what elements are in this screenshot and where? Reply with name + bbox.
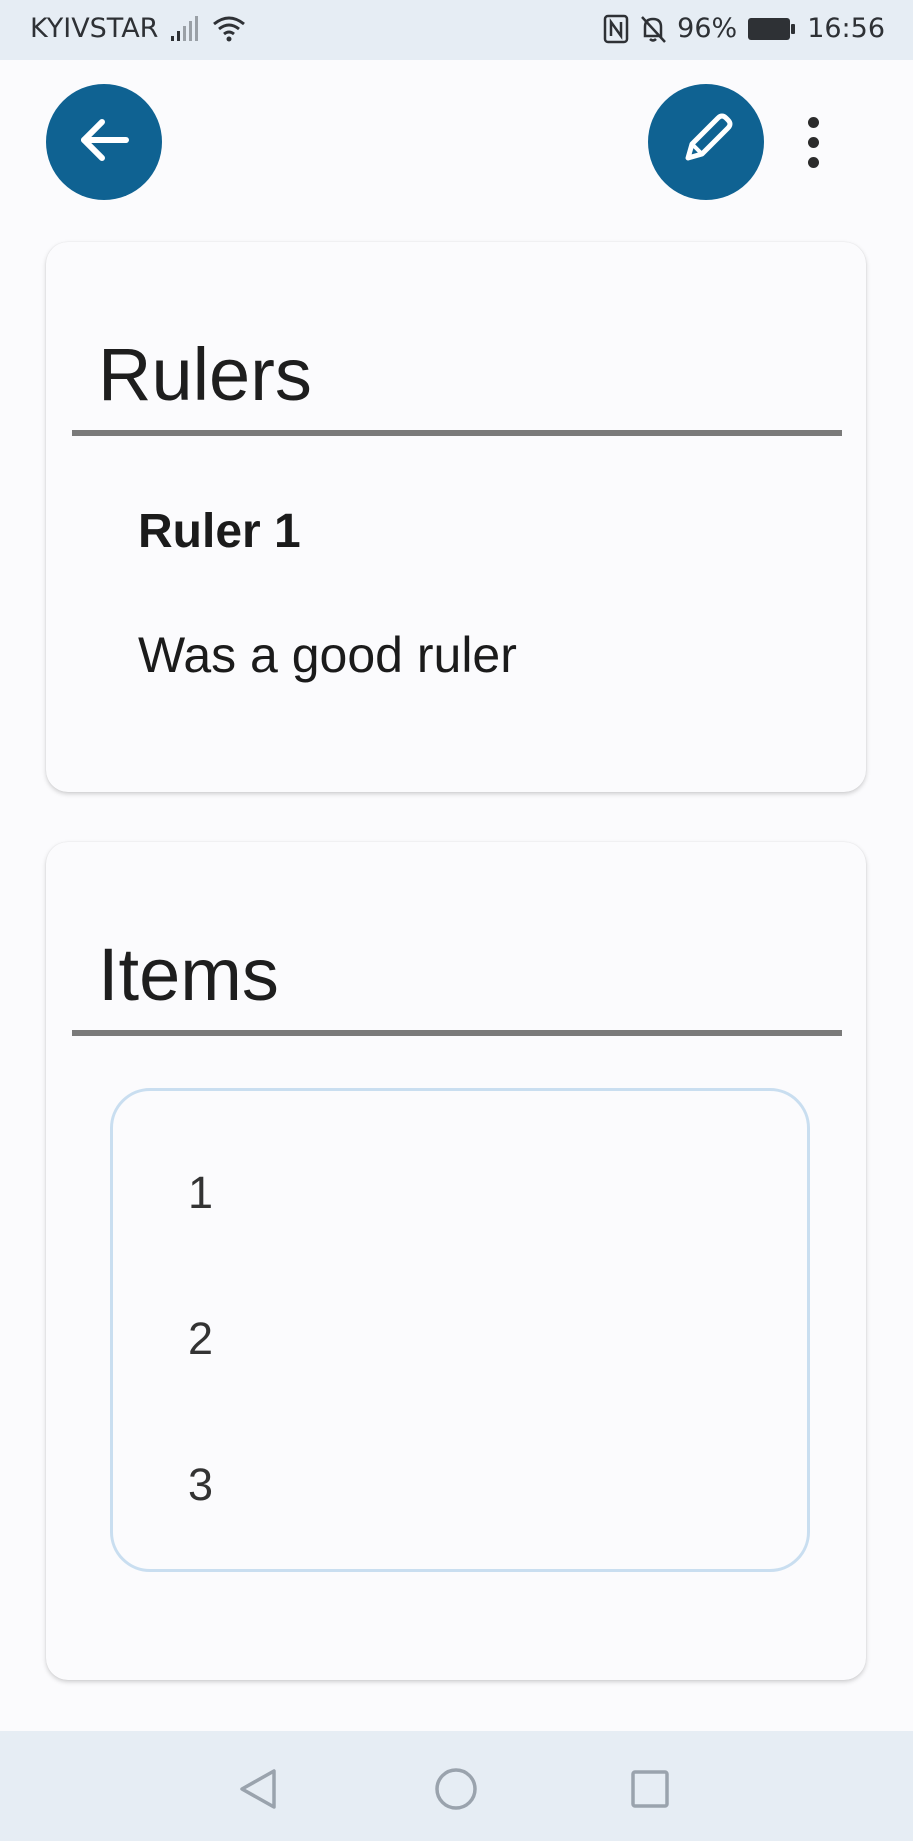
list-item[interactable]: 1: [188, 1167, 213, 1219]
pencil-icon: [674, 108, 738, 177]
carrier-name: KYIVSTAR: [30, 13, 159, 44]
items-card: Items 1 2 3: [46, 842, 866, 1680]
ruler-description: Was a good ruler: [138, 627, 517, 683]
clock: 16:56: [807, 13, 885, 44]
triangle-back-icon: [236, 1765, 280, 1818]
nfc-icon: [603, 14, 629, 44]
rulers-section-title: Rulers: [98, 333, 312, 416]
more-vertical-icon-dot: [807, 156, 819, 168]
status-bar: KYIVSTAR 96% 16:56: [0, 0, 913, 60]
circle-home-icon: [432, 1765, 480, 1818]
signal-icon: [170, 15, 200, 42]
status-bar-right: 96% 16:56: [603, 13, 885, 44]
more-vertical-icon-dot: [807, 136, 819, 148]
more-vertical-icon-dot: [807, 116, 819, 128]
battery-icon: [747, 16, 797, 42]
arrow-left-icon: [76, 112, 132, 173]
list-item[interactable]: 2: [188, 1313, 213, 1365]
square-recents-icon: [628, 1767, 672, 1816]
items-list: 1 2 3: [110, 1088, 810, 1572]
status-bar-left: KYIVSTAR: [30, 13, 246, 44]
rulers-divider: [72, 430, 842, 436]
items-divider: [72, 1030, 842, 1036]
system-home-button[interactable]: [426, 1761, 486, 1821]
wifi-icon: [212, 15, 246, 43]
system-back-button[interactable]: [228, 1761, 288, 1821]
back-button[interactable]: [46, 84, 162, 200]
more-options-button[interactable]: [788, 104, 838, 180]
list-item[interactable]: 3: [188, 1459, 213, 1511]
items-section-title: Items: [98, 933, 279, 1016]
bell-off-icon: [639, 14, 667, 44]
battery-percent: 96%: [677, 13, 738, 44]
system-recents-button[interactable]: [620, 1761, 680, 1821]
edit-button[interactable]: [648, 84, 764, 200]
ruler-name: Ruler 1: [138, 505, 301, 558]
rulers-card: Rulers Ruler 1 Was a good ruler: [46, 242, 866, 792]
system-nav-bar: [0, 1731, 913, 1841]
